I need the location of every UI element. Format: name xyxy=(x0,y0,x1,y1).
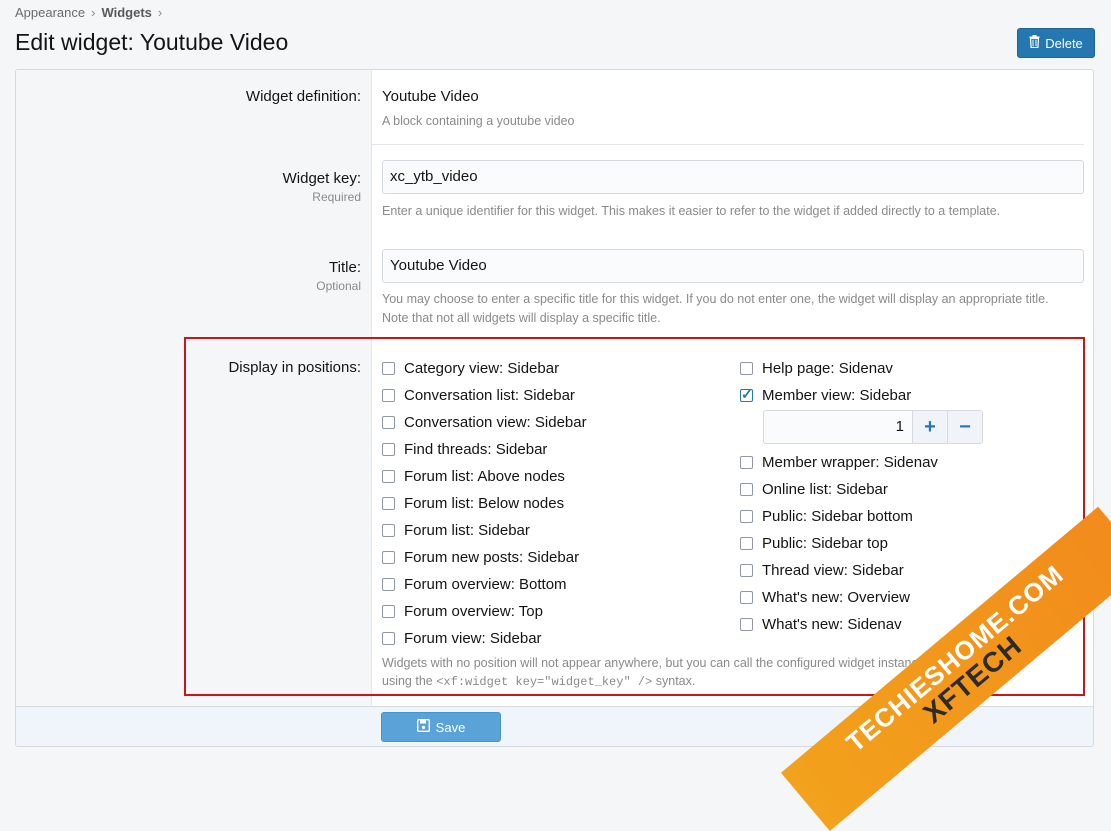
page-title: Edit widget: Youtube Video xyxy=(15,29,289,55)
breadcrumb: Appearance › Widgets › xyxy=(15,5,168,20)
divider xyxy=(372,144,1084,145)
title-label: Title: xyxy=(329,259,361,276)
breadcrumb-separator: › xyxy=(91,5,96,20)
save-label: Save xyxy=(435,719,466,735)
title-hint: Optional xyxy=(316,279,361,293)
save-icon xyxy=(416,718,430,735)
delete-label: Delete xyxy=(1045,35,1083,51)
title-input[interactable]: Youtube Video xyxy=(382,249,1084,283)
definition-label: Widget definition: xyxy=(245,88,361,105)
delete-button[interactable]: Delete xyxy=(1017,28,1095,58)
definition-desc: A block containing a youtube video xyxy=(382,114,575,128)
widget-key-input[interactable]: xc_ytb_video xyxy=(382,160,1084,194)
trash-icon xyxy=(1029,35,1040,51)
title-desc-2: Note that not all widgets will display a… xyxy=(382,311,661,325)
breadcrumb-widgets[interactable]: Widgets xyxy=(101,5,151,20)
breadcrumb-appearance[interactable]: Appearance xyxy=(15,5,85,20)
widget-key-label: Widget key: xyxy=(282,170,361,187)
breadcrumb-separator: › xyxy=(157,5,163,20)
save-button[interactable]: Save xyxy=(381,712,501,742)
widget-key-hint: Required xyxy=(312,190,361,204)
definition-value: Youtube Video xyxy=(382,88,479,105)
widget-key-desc: Enter a unique identifier for this widge… xyxy=(382,204,1001,218)
title-desc-1: You may choose to enter a specific title… xyxy=(382,292,1049,306)
